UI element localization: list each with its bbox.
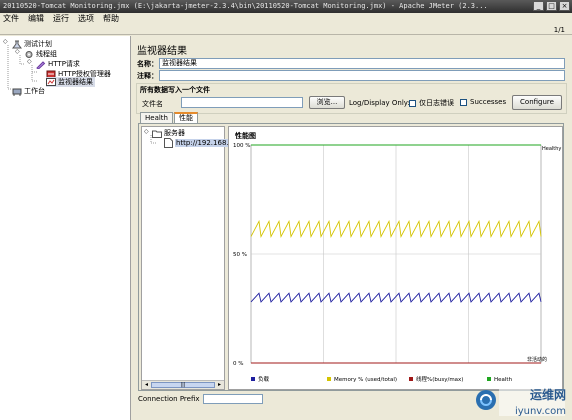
name-row: 名称： 监视器结果 [137, 58, 565, 69]
filename-label: 文件名 [142, 100, 163, 108]
server-item[interactable]: http://192.168.4. [164, 138, 237, 148]
name-field[interactable]: 监视器结果 [159, 58, 565, 69]
tab-content: ◇ 服务器 http://192.168.4. ◂ ||| ▸ 性能图 100 … [138, 123, 564, 391]
scroll-left-icon[interactable]: ◂ [142, 381, 151, 389]
legend-swatch [487, 377, 491, 381]
tree-node-http-request[interactable]: HTTP请求 [36, 59, 80, 69]
legend-label: Health [494, 377, 513, 383]
menu-run[interactable]: 运行 [53, 13, 69, 25]
comment-label: 注释： [137, 71, 158, 80]
legend-swatch [327, 377, 331, 381]
connection-prefix-field[interactable] [202, 394, 263, 404]
performance-chart: 100 % 50 % 0 % Healthy 非活动的负载 Memory % (used/… [233, 143, 561, 383]
group-title: 所有数据写入一个文件 [140, 85, 210, 95]
comment-row: 注释： [137, 70, 565, 81]
folder-icon [152, 130, 162, 138]
page-title: 监视器结果 [137, 46, 187, 57]
tree-node-label: HTTP请求 [48, 60, 80, 68]
connection-prefix-label: Connection Prefix [138, 395, 200, 403]
tab-bar: Health 性能 [140, 112, 198, 123]
menu-edit[interactable]: 编辑 [28, 13, 44, 25]
legend-label: Memory % (used/total) [334, 377, 397, 383]
tab-health[interactable]: Health [140, 112, 173, 123]
chart-label-healthy: Healthy [542, 146, 561, 152]
scroll-right-icon[interactable]: ▸ [215, 381, 224, 389]
window-title-bar: 20110520-Tomcat Monitoring.jmx (E:\jakar… [0, 0, 572, 13]
legend-swatch [409, 377, 413, 381]
tree-node-label: 监视器结果 [58, 78, 93, 86]
log-display-label: Log/Display Only: [349, 99, 410, 107]
tree-node-label: 线程组 [36, 50, 57, 58]
tree-node-label: 测试计划 [24, 40, 52, 48]
successes-option[interactable]: Successes [460, 98, 506, 106]
connection-prefix-row: Connection Prefix [138, 394, 263, 404]
horizontal-scrollbar[interactable]: ◂ ||| ▸ [142, 380, 224, 389]
errors-only-checkbox[interactable] [409, 99, 416, 107]
legend-label: 线程%(busy/max) [416, 375, 463, 383]
menu-file[interactable]: 文件 [3, 13, 19, 25]
scroll-thumb[interactable]: ||| [151, 382, 215, 388]
expand-toggle-icon[interactable]: ◇ [27, 58, 32, 65]
workbench-icon [12, 88, 22, 96]
name-label: 名称： [137, 59, 158, 68]
write-to-file-group: 所有数据写入一个文件 文件名 浏览... Log/Display Only: 仅… [136, 83, 567, 114]
maximize-button[interactable]: □ [546, 1, 557, 11]
tab-performance[interactable]: 性能 [174, 112, 198, 123]
expand-toggle-icon[interactable]: ◇ [15, 48, 20, 55]
errors-only-option[interactable]: 仅日志错误 [409, 98, 454, 108]
watermark-text: 运维网 [529, 388, 566, 402]
window-title: 20110520-Tomcat Monitoring.jmx (E:\jakar… [3, 2, 488, 10]
browse-button[interactable]: 浏览... [309, 96, 345, 109]
toolbar: 1/1 [0, 25, 572, 35]
y-tick-label: 100 % [233, 143, 250, 149]
successes-label: Successes [470, 98, 507, 106]
tree-node-workbench[interactable]: 工作台 [12, 86, 45, 96]
test-plan-tree: ◇ 测试计划 ◇ 线程组 ◇ HTTP请求 HTTP授权管理器 监视器结果 工作… [0, 36, 131, 420]
y-tick-label: 50 % [233, 252, 247, 258]
chart-label-inactive: 非活动的 [527, 356, 547, 363]
close-button[interactable]: × [559, 1, 570, 11]
menu-options[interactable]: 选项 [78, 13, 94, 25]
menu-help[interactable]: 帮助 [103, 13, 119, 25]
tree-node-label: 工作台 [24, 87, 45, 95]
watermark-domain: iyunv.com [514, 406, 566, 417]
errors-only-label: 仅日志错误 [419, 99, 454, 107]
server-root-label: 服务器 [164, 129, 185, 137]
filename-field[interactable] [181, 97, 303, 108]
expand-toggle-icon[interactable]: ◇ [144, 128, 149, 135]
monitor-results-panel: 监视器结果 名称： 监视器结果 注释： 所有数据写入一个文件 文件名 浏览...… [133, 36, 572, 420]
monitor-icon [46, 77, 56, 86]
configure-button[interactable]: Configure [512, 95, 562, 110]
document-icon [164, 138, 173, 148]
menu-bar: 文件 编辑 运行 选项 帮助 [0, 13, 572, 25]
legend-label: 负载 [258, 375, 270, 383]
y-tick-label: 0 % [233, 361, 243, 367]
successes-checkbox[interactable] [460, 98, 467, 106]
page-indicator: 1/1 [553, 26, 565, 34]
tree-node-monitor-results[interactable]: 监视器结果 [46, 77, 95, 87]
performance-chart-panel: 性能图 100 % 50 % 0 % Healthy 非活动的 负载 Memory % (u… [228, 126, 563, 390]
server-root[interactable]: 服务器 [152, 128, 185, 138]
comment-field[interactable] [159, 70, 565, 81]
expand-toggle-icon[interactable]: ◇ [3, 38, 8, 45]
minimize-button[interactable]: _ [533, 1, 544, 11]
server-tree: ◇ 服务器 http://192.168.4. ◂ ||| ▸ [141, 126, 237, 390]
pen-icon [36, 60, 46, 69]
legend-swatch [251, 377, 255, 381]
